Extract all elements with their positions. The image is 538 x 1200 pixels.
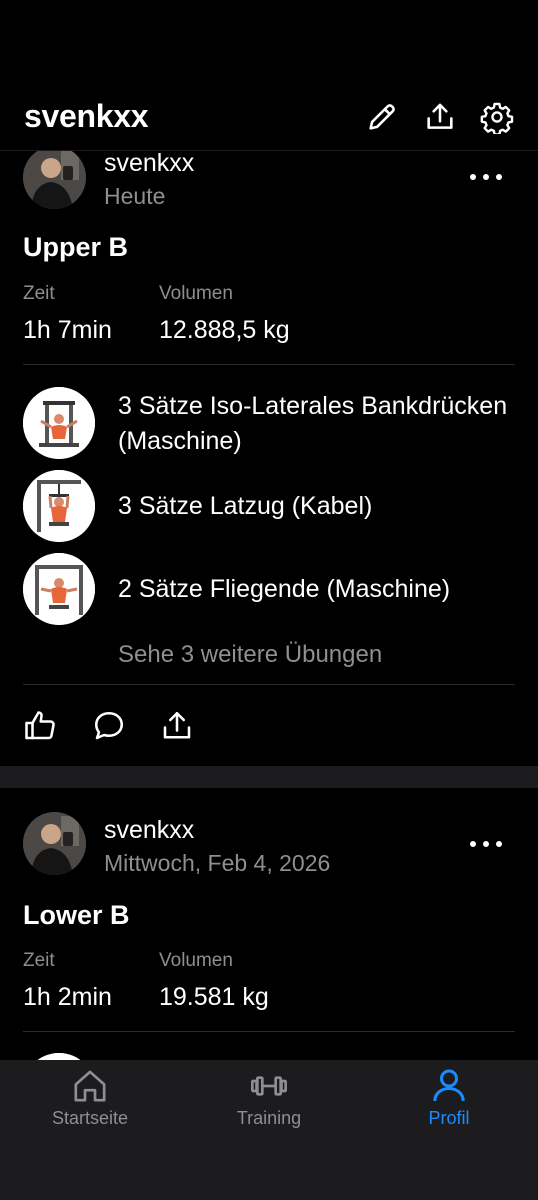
tab-label: Profil	[428, 1108, 470, 1128]
share-icon[interactable]	[159, 708, 195, 744]
post-date: Heute	[104, 183, 166, 209]
more-options-icon[interactable]	[470, 834, 502, 854]
post-username[interactable]: svenkxx	[104, 150, 194, 178]
time-value: 1h 2min	[23, 983, 112, 1011]
exercise-item[interactable]: 3 Sätze Latzug (Kabel)	[118, 489, 518, 524]
tab-label: Startseite	[51, 1108, 129, 1128]
exercise-item[interactable]: 2 Sätze Fliegende (Maschine)	[118, 572, 518, 607]
exercise-image	[23, 387, 95, 459]
volume-label: Volumen	[159, 950, 233, 971]
avatar[interactable]	[23, 150, 86, 209]
settings-gear-icon[interactable]	[480, 100, 514, 136]
home-icon	[74, 1070, 106, 1102]
exercise-image	[23, 553, 95, 625]
tab-label: Training	[236, 1108, 302, 1128]
more-options-icon[interactable]	[470, 167, 502, 187]
divider	[23, 1031, 515, 1032]
comment-bubble-icon[interactable]	[91, 708, 127, 744]
workout-post-card[interactable]: svenkxx Heute Upper B Zeit Volumen 1h 7m…	[0, 150, 538, 766]
bottom-tab-bar: Startseite Training Profil	[0, 1060, 538, 1200]
post-date: Mittwoch, Feb 4, 2026	[104, 850, 331, 876]
dumbbell-icon	[251, 1076, 287, 1096]
edit-icon[interactable]	[365, 100, 399, 134]
see-more-exercises-link[interactable]: Sehe 3 weitere Übungen	[118, 641, 382, 669]
share-icon[interactable]	[423, 100, 457, 134]
divider	[23, 684, 515, 685]
exercise-item[interactable]: 3 Sätze Iso-Laterales Bankdrücken (Masch…	[118, 389, 518, 459]
time-value: 1h 7min	[23, 316, 112, 344]
avatar[interactable]	[23, 812, 86, 875]
workout-feed[interactable]: svenkxx Heute Upper B Zeit Volumen 1h 7m…	[0, 150, 538, 1060]
profile-title: svenkxx	[24, 98, 149, 134]
workout-title[interactable]: Lower B	[23, 900, 130, 931]
divider	[23, 364, 515, 365]
exercise-image	[23, 470, 95, 542]
volume-label: Volumen	[159, 283, 233, 304]
time-label: Zeit	[23, 950, 55, 971]
tab-profil[interactable]: Profil	[369, 1066, 529, 1136]
tab-startseite[interactable]: Startseite	[10, 1066, 170, 1136]
like-thumbs-up-icon[interactable]	[22, 708, 58, 744]
time-label: Zeit	[23, 283, 55, 304]
tab-training[interactable]: Training	[189, 1066, 349, 1136]
person-icon	[433, 1069, 465, 1102]
workout-post-card[interactable]: svenkxx Mittwoch, Feb 4, 2026 Lower B Ze…	[0, 788, 538, 1060]
post-separator	[0, 766, 538, 788]
post-username[interactable]: svenkxx	[104, 816, 194, 845]
volume-value: 12.888,5 kg	[159, 316, 290, 344]
workout-title[interactable]: Upper B	[23, 232, 128, 263]
volume-value: 19.581 kg	[159, 983, 269, 1011]
top-header: svenkxx	[0, 0, 538, 151]
exercise-image	[23, 1053, 95, 1060]
